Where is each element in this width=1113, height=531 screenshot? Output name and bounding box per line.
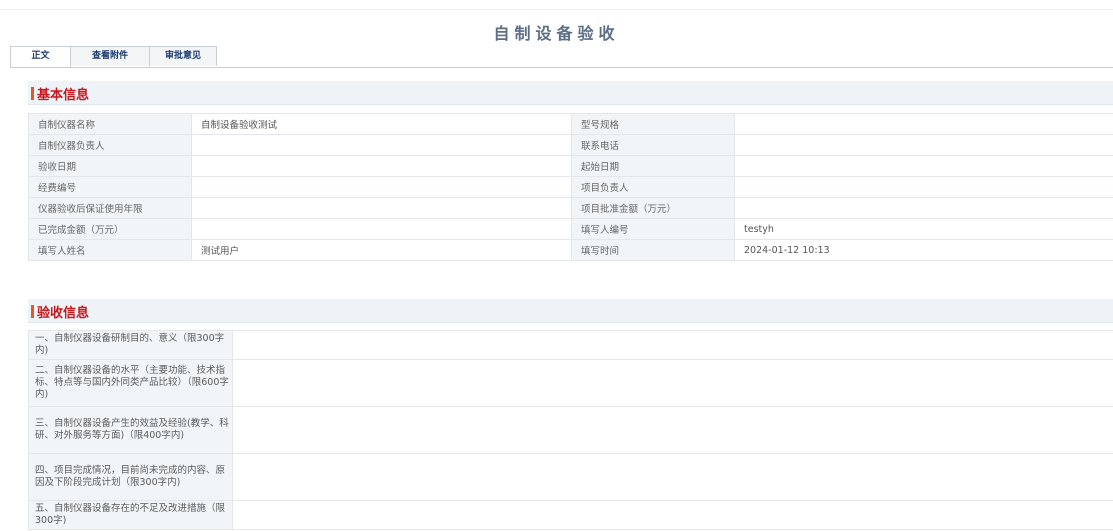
table-row: 一、自制仪器设备研制目的、意义（限300字内): [28, 330, 1113, 360]
project-leader-value: [734, 176, 1113, 198]
funding-number-value: [191, 176, 572, 198]
filler-name-value: 测试用户: [191, 239, 572, 261]
benefits-field[interactable]: [232, 406, 1113, 454]
shortcomings-field[interactable]: [232, 500, 1113, 530]
warranty-years-label: 仪器验收后保证使用年限: [28, 197, 192, 219]
filler-name-label: 填写人姓名: [28, 239, 192, 261]
acceptance-info-title: 验收信息: [37, 306, 90, 321]
model-spec-label: 型号规格: [571, 113, 735, 135]
section-marker: [31, 87, 34, 100]
benefits-label: 三、自制仪器设备产生的效益及经验(教学、科研、对外服务等方面)（限400字内): [28, 406, 233, 454]
shortcomings-label: 五、自制仪器设备存在的不足及改进措施（限300字): [28, 500, 233, 530]
basic-info-table: 自制仪器名称 自制设备验收测试 型号规格 自制仪器负责人 联系电话 验收日期 起…: [28, 113, 1113, 261]
completed-amount-value: [191, 218, 572, 240]
tab-divider: [10, 67, 1113, 68]
section-marker: [31, 305, 34, 318]
completed-amount-label: 已完成金额（万元）: [28, 218, 192, 240]
acceptance-info-header: 验收信息: [28, 299, 1113, 323]
tab-main-text[interactable]: 正文: [10, 46, 71, 68]
fill-time-label: 填写时间: [571, 239, 735, 261]
filler-id-label: 填写人编号: [571, 218, 735, 240]
tab-approval-opinions[interactable]: 审批意见: [149, 46, 217, 66]
start-date-value: [734, 155, 1113, 177]
tab-view-attachments[interactable]: 查看附件: [70, 46, 150, 66]
instrument-name-label: 自制仪器名称: [28, 113, 192, 135]
table-row: 三、自制仪器设备产生的效益及经验(教学、科研、对外服务等方面)（限400字内): [28, 406, 1113, 454]
instrument-owner-label: 自制仪器负责人: [28, 134, 192, 156]
completion-status-field[interactable]: [232, 453, 1113, 501]
top-divider: [0, 9, 1113, 10]
table-row: 验收日期 起始日期: [28, 155, 1113, 177]
acceptance-date-value: [191, 155, 572, 177]
funding-number-label: 经费编号: [28, 176, 192, 198]
table-row: 二、自制仪器设备的水平（主要功能、技术指标、特点等与国内外同类产品比较）（限60…: [28, 359, 1113, 407]
purpose-label: 一、自制仪器设备研制目的、意义（限300字内): [28, 330, 233, 360]
approved-amount-label: 项目批准金额（万元）: [571, 197, 735, 219]
project-leader-label: 项目负责人: [571, 176, 735, 198]
table-row: 自制仪器名称 自制设备验收测试 型号规格: [28, 113, 1113, 135]
level-label: 二、自制仪器设备的水平（主要功能、技术指标、特点等与国内外同类产品比较）（限60…: [28, 359, 233, 407]
table-row: 五、自制仪器设备存在的不足及改进措施（限300字): [28, 500, 1113, 530]
table-row: 自制仪器负责人 联系电话: [28, 134, 1113, 156]
basic-info-title: 基本信息: [37, 88, 90, 103]
acceptance-info-table: 一、自制仪器设备研制目的、意义（限300字内) 二、自制仪器设备的水平（主要功能…: [28, 330, 1113, 530]
table-row: 仪器验收后保证使用年限 项目批准金额（万元）: [28, 197, 1113, 219]
start-date-label: 起始日期: [571, 155, 735, 177]
instrument-owner-value: [191, 134, 572, 156]
model-spec-value: [734, 113, 1113, 135]
warranty-years-value: [191, 197, 572, 219]
table-row: 已完成金额（万元） 填写人编号 testyh: [28, 218, 1113, 240]
instrument-name-value: 自制设备验收测试: [191, 113, 572, 135]
table-row: 填写人姓名 测试用户 填写时间 2024-01-12 10:13: [28, 239, 1113, 261]
acceptance-date-label: 验收日期: [28, 155, 192, 177]
tab-bar: 正文 查看附件 审批意见: [10, 46, 217, 68]
approved-amount-value: [734, 197, 1113, 219]
basic-info-header: 基本信息: [28, 81, 1113, 105]
contact-phone-value: [734, 134, 1113, 156]
table-row: 四、项目完成情况，目前尚未完成的内容、原因及下阶段完成计划（限300字内): [28, 453, 1113, 501]
completion-status-label: 四、项目完成情况，目前尚未完成的内容、原因及下阶段完成计划（限300字内): [28, 453, 233, 501]
level-field[interactable]: [232, 359, 1113, 407]
contact-phone-label: 联系电话: [571, 134, 735, 156]
filler-id-value: testyh: [734, 218, 1113, 240]
purpose-field[interactable]: [232, 330, 1113, 360]
page-title: 自制设备验收: [493, 24, 620, 43]
table-row: 经费编号 项目负责人: [28, 176, 1113, 198]
fill-time-value: 2024-01-12 10:13: [734, 239, 1113, 261]
